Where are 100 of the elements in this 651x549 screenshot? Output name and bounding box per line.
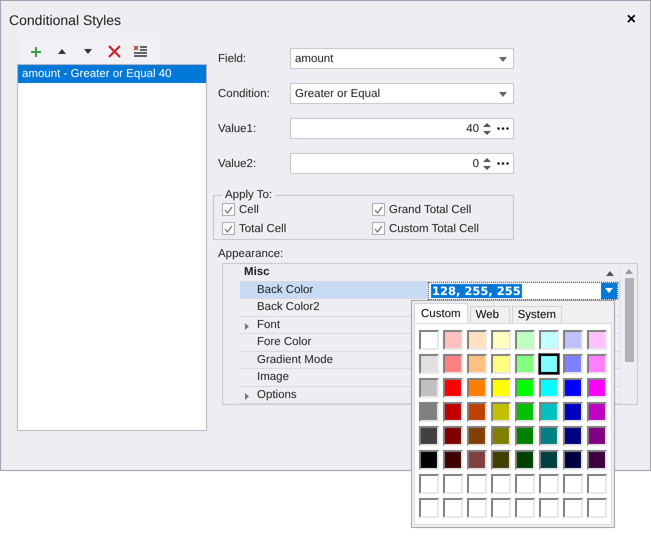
plus-icon — [31, 46, 41, 56]
checkbox-label: Grand Total Cell — [389, 204, 472, 216]
color-swatch[interactable] — [491, 330, 511, 350]
expand-icon — [245, 322, 249, 330]
color-swatch[interactable] — [443, 402, 463, 422]
color-swatch[interactable] — [587, 498, 607, 518]
color-swatch[interactable] — [467, 354, 487, 374]
checkbox[interactable] — [222, 222, 235, 235]
color-swatch[interactable] — [515, 330, 535, 350]
color-swatch[interactable] — [539, 498, 559, 518]
color-swatch[interactable] — [539, 426, 559, 446]
color-swatch[interactable] — [539, 330, 559, 350]
rule-item[interactable]: amount - Greater or Equal 40 — [18, 65, 206, 83]
color-swatch[interactable] — [539, 450, 559, 470]
color-swatch[interactable] — [515, 426, 535, 446]
color-swatch[interactable] — [491, 354, 511, 374]
color-swatch[interactable] — [443, 378, 463, 398]
color-swatch[interactable] — [443, 354, 463, 374]
color-swatch[interactable] — [587, 330, 607, 350]
property-name: Back Color — [256, 284, 314, 296]
color-swatch[interactable] — [491, 378, 511, 398]
color-swatch[interactable] — [491, 426, 511, 446]
color-swatch[interactable] — [587, 354, 607, 374]
category-label: Misc — [243, 266, 271, 278]
color-swatch[interactable] — [467, 330, 487, 350]
property-name: Image — [256, 371, 290, 384]
color-swatch[interactable] — [419, 378, 439, 398]
color-swatch[interactable] — [587, 426, 607, 446]
color-swatch[interactable] — [587, 474, 607, 494]
combo-field[interactable]: Greater or Equal — [290, 83, 514, 104]
ellipsis-icon — [497, 127, 509, 130]
color-swatch[interactable] — [563, 354, 583, 374]
color-swatch[interactable] — [491, 450, 511, 470]
spin-field[interactable]: 40 — [290, 118, 514, 139]
group-title: Apply To: — [224, 189, 274, 201]
color-swatch[interactable] — [563, 330, 583, 350]
caret-down-icon — [84, 49, 92, 54]
color-swatch[interactable] — [443, 498, 463, 518]
color-swatch[interactable] — [539, 354, 559, 374]
checkbox[interactable] — [222, 203, 235, 216]
color-swatch[interactable] — [491, 402, 511, 422]
color-swatch[interactable] — [419, 354, 439, 374]
property-name: Fore Color — [256, 336, 312, 348]
scrollbar[interactable] — [620, 264, 637, 404]
checkbox[interactable] — [372, 222, 385, 235]
color-swatch[interactable] — [419, 474, 439, 494]
color-swatch[interactable] — [587, 450, 607, 470]
color-swatch[interactable] — [563, 402, 583, 422]
tab[interactable]: Web — [470, 306, 510, 323]
color-swatch[interactable] — [419, 426, 439, 446]
color-swatch[interactable] — [491, 474, 511, 494]
clear-list-icon — [133, 45, 147, 58]
caret-down-icon — [499, 92, 507, 96]
color-swatch[interactable] — [563, 426, 583, 446]
color-swatch[interactable] — [587, 378, 607, 398]
color-swatch[interactable] — [563, 474, 583, 494]
color-swatch[interactable] — [443, 330, 463, 350]
color-value-editor[interactable]: 128, 255, 255 — [428, 282, 618, 300]
color-swatch[interactable] — [515, 354, 535, 374]
color-swatch[interactable] — [539, 402, 559, 422]
window-title: Conditional Styles — [9, 12, 122, 28]
color-swatch[interactable] — [419, 402, 439, 422]
checkbox-label: Custom Total Cell — [389, 222, 479, 234]
caret-down-icon — [605, 288, 613, 293]
color-swatch[interactable] — [515, 378, 535, 398]
tab[interactable]: Custom — [414, 303, 468, 323]
color-swatch[interactable] — [443, 474, 463, 494]
color-swatch[interactable] — [587, 402, 607, 422]
dropdown-button[interactable] — [601, 282, 617, 298]
color-swatch[interactable] — [491, 498, 511, 518]
color-swatch[interactable] — [419, 498, 439, 518]
color-swatch[interactable] — [467, 402, 487, 422]
color-swatch[interactable] — [419, 450, 439, 470]
color-swatch[interactable] — [467, 426, 487, 446]
combo-field[interactable]: amount — [290, 48, 514, 69]
color-swatch[interactable] — [563, 450, 583, 470]
color-swatch[interactable] — [515, 498, 535, 518]
color-swatch[interactable] — [467, 498, 487, 518]
ellipsis-icon — [497, 162, 509, 165]
close-button[interactable]: × — [622, 11, 640, 29]
checkbox[interactable] — [372, 203, 385, 216]
caret-down-icon — [499, 56, 507, 62]
color-swatch[interactable] — [539, 378, 559, 398]
color-swatch[interactable] — [515, 402, 535, 422]
color-swatch[interactable] — [467, 474, 487, 494]
color-swatch[interactable] — [419, 330, 439, 350]
spin-field[interactable]: 0 — [290, 153, 514, 174]
appearance-label: Appearance: — [218, 248, 284, 260]
color-swatch[interactable] — [443, 450, 463, 470]
color-swatch[interactable] — [467, 378, 487, 398]
checkbox-label: Cell — [239, 204, 259, 216]
color-swatch[interactable] — [563, 498, 583, 518]
tab[interactable]: System — [512, 306, 562, 323]
property-row[interactable]: Back Color 128, 255, 255 — [240, 282, 620, 299]
color-swatch[interactable] — [467, 450, 487, 470]
color-swatch[interactable] — [539, 474, 559, 494]
color-swatch[interactable] — [563, 378, 583, 398]
color-swatch[interactable] — [515, 450, 535, 470]
color-swatch[interactable] — [443, 426, 463, 446]
color-swatch[interactable] — [515, 474, 535, 494]
